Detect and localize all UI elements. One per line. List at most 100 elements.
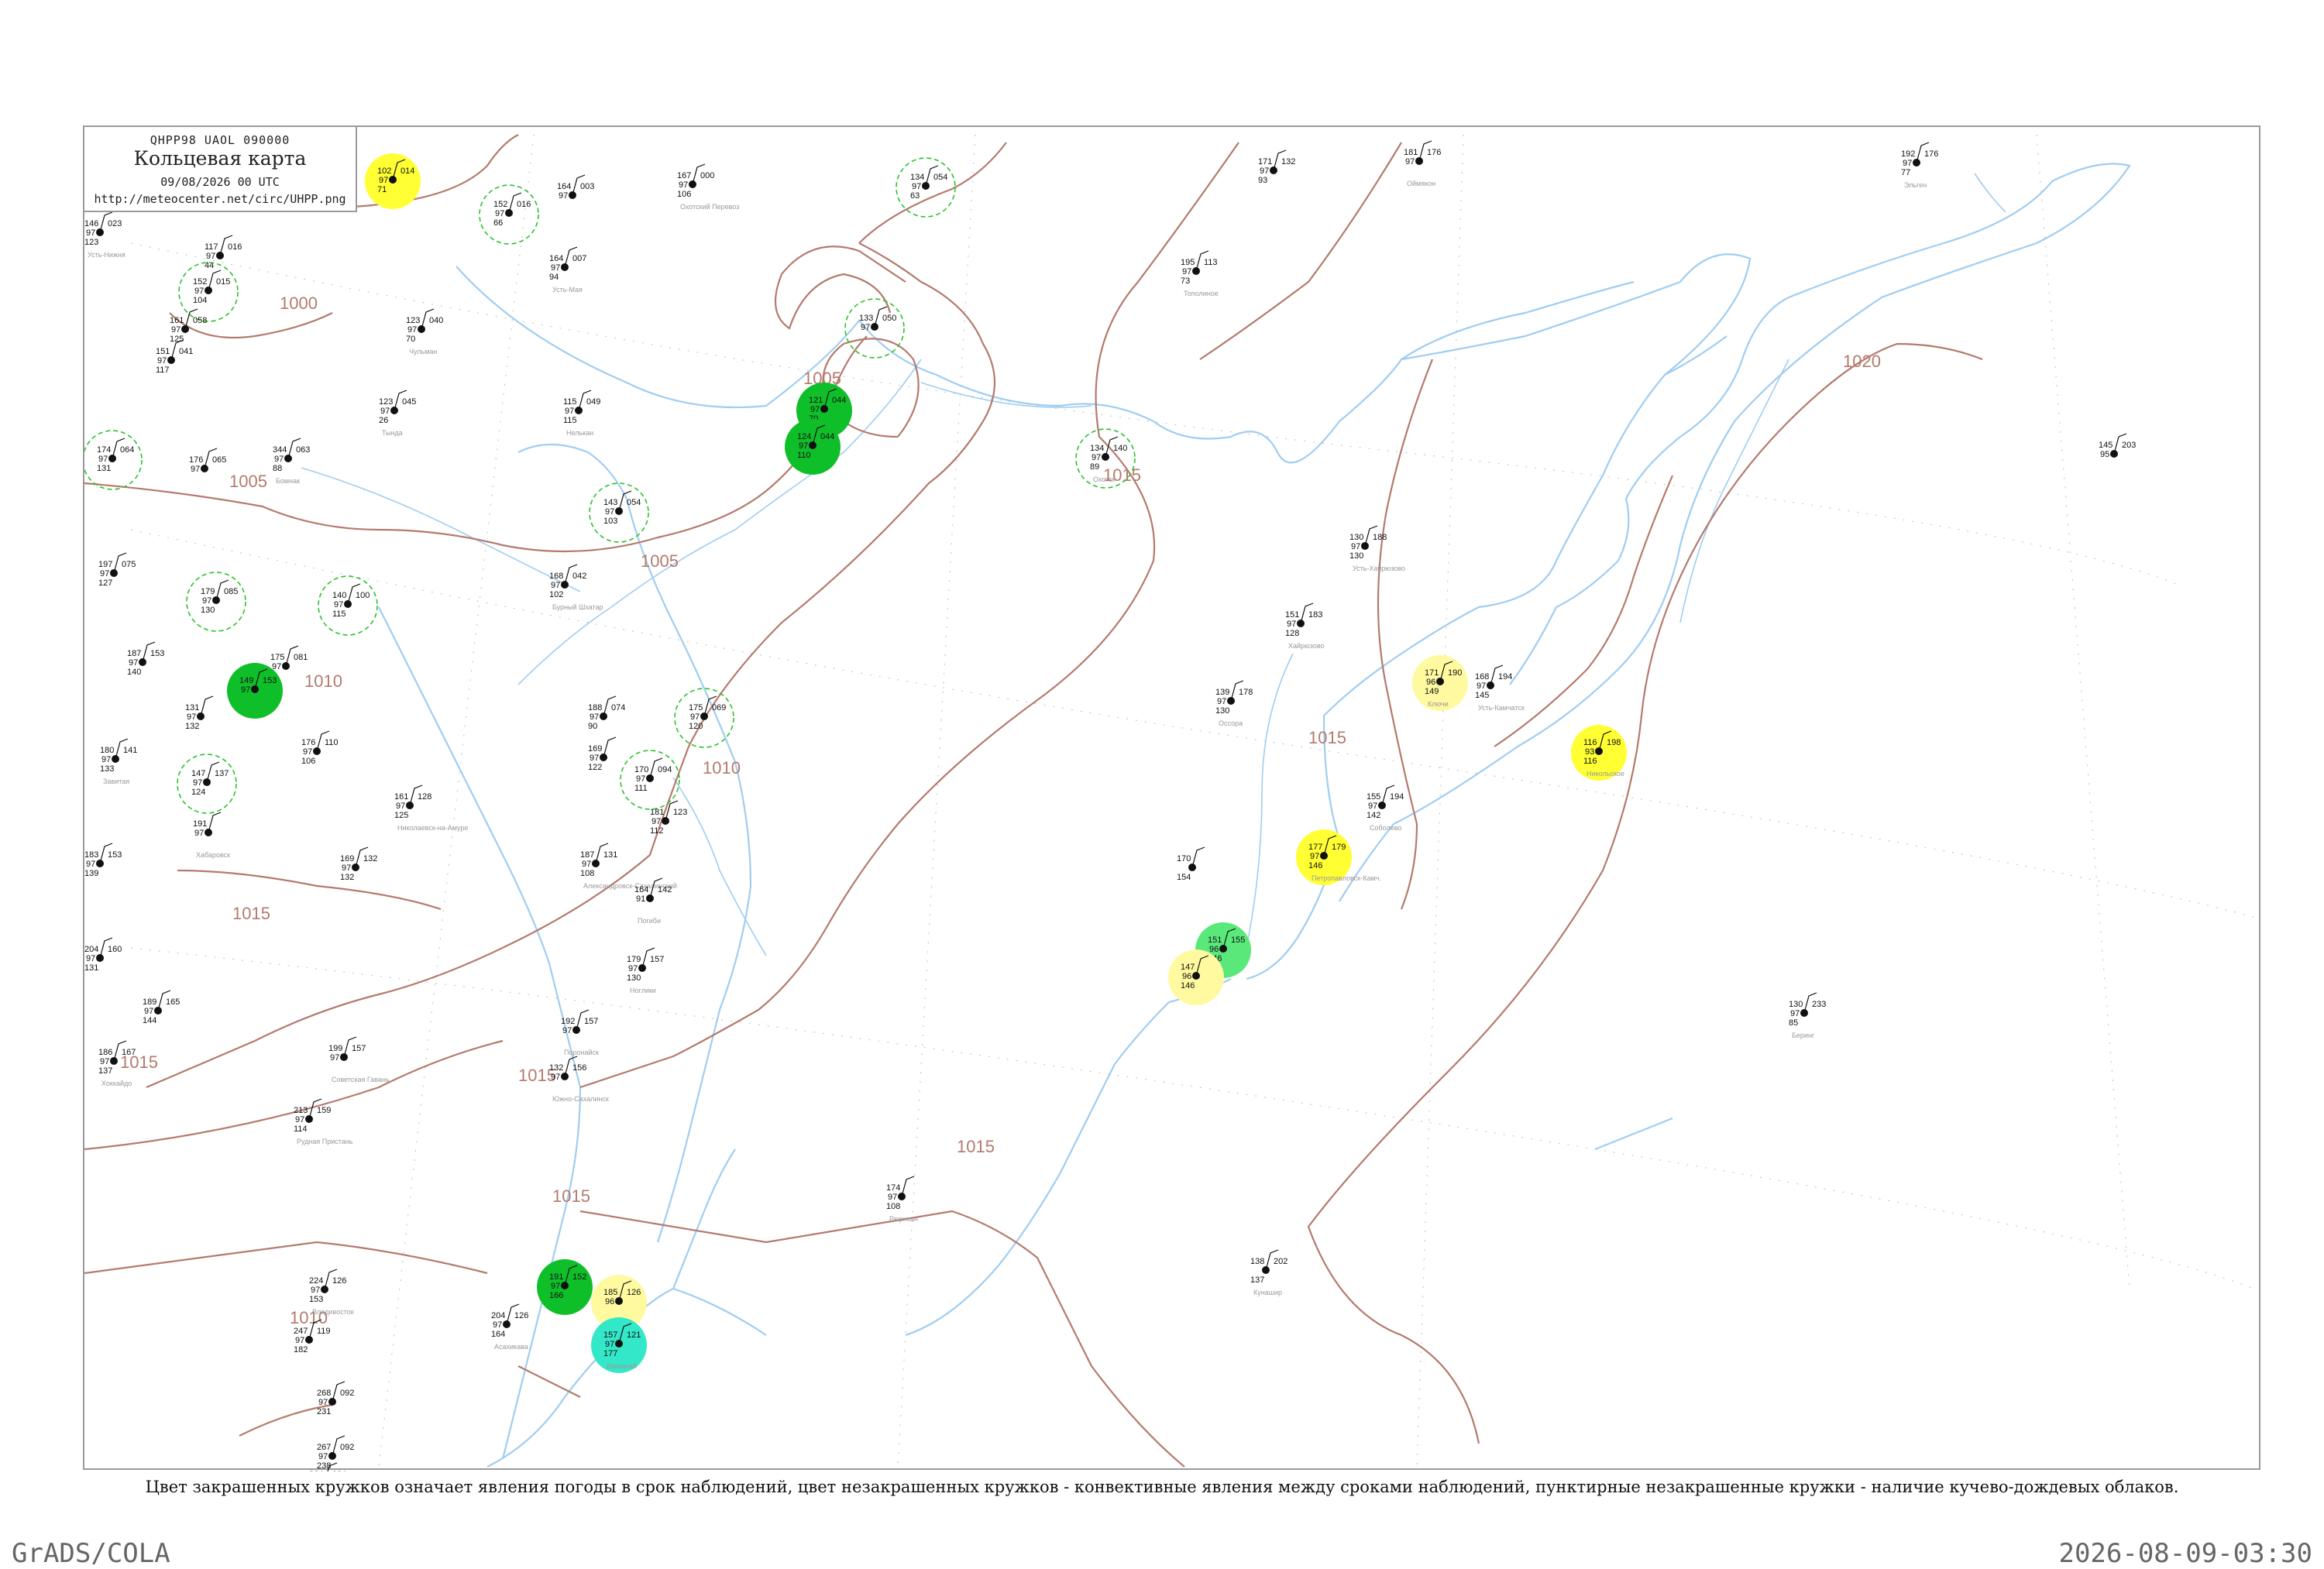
temperature-value: 169 [340,854,354,863]
station-plot[interactable]: 170 094 97111 [620,750,680,810]
station-plot[interactable]: 188 074 9790 [588,695,625,731]
station-plot[interactable]: 179 157 97130 Ноглики [627,947,664,994]
pressure-value: 003 [580,182,594,191]
station-plot[interactable]: 183 153 97139 [84,843,122,878]
station-plot[interactable]: 180 141 97133 Завитая [100,738,137,785]
station-plot[interactable]: 164 007 9794 Усть-Мая [549,246,586,294]
station-plot[interactable]: 169 13297132 [340,846,377,882]
station-plot[interactable]: 116 198 93116 Никольское [1571,725,1627,781]
visibility-value: 97 [912,182,921,191]
station-plot[interactable]: 139 178 97130 Оссора [1215,680,1253,727]
pressure-value: 069 [712,703,726,712]
station-plot[interactable]: 138 202 137 Кунашир [1250,1249,1287,1296]
station-name: Охотск [1093,476,1116,483]
station-plot[interactable]: 130 233 9785 Беринг [1789,992,1826,1039]
temperature-value: 164 [557,182,571,191]
isobar-label: 1015 [232,904,270,923]
station-plot[interactable]: 191 152 97166 [537,1259,593,1315]
station-plot[interactable]: 133 050 97 [844,298,905,359]
station-plot[interactable]: 115 049 97115 Нелькан [563,390,600,437]
station-plot[interactable]: 13197132 [185,695,214,731]
station-plot[interactable]: 143 054 97103 [589,482,649,543]
visibility-value: 97 [1287,620,1296,629]
station-plot[interactable]: 123 040 9770 Чульман [406,308,443,355]
station-plot[interactable]: 17497108 Рюрикан [886,1176,918,1223]
station-plot[interactable]: 168 042 97102 Бурный Шхатар [549,564,603,611]
visibility-value: 97 [1477,682,1486,691]
station-plot[interactable]: 195 113 9773 Тополиное [1181,250,1219,297]
station-plot[interactable]: 179 085 97130 [186,572,246,632]
station-plot[interactable]: 268 092 97231 [317,1381,354,1416]
station-plot[interactable]: 149 153 97 [227,663,283,719]
station-name: Бурный Шхатар [552,603,603,611]
station-plot[interactable]: 204 160 97131 [84,937,122,973]
station-plot[interactable]: 155 194 97142 Соболево [1367,784,1404,832]
station-plot[interactable]: 174 064 97131 [84,430,143,490]
station-plot[interactable]: 130 188 97130 Усть-Хайрюзово [1349,525,1405,572]
station-plot[interactable]: 123 045 9726 Тында [379,390,416,437]
dewpoint-value: 103 [603,517,617,526]
station-plot[interactable]: 124 044 97110 [785,419,841,475]
station-plot[interactable]: 197 075 97127 [98,552,136,588]
station-plot[interactable]: 146 023 97123 Усть-Нижня [84,211,125,259]
station-plot[interactable]: 192 176 9777 Эльген [1901,142,1938,189]
station-name: Ноглики [630,987,656,994]
station-plot[interactable]: 199 157 97 Советская Гавань [328,1036,390,1083]
station-plot[interactable]: 16997122 [588,736,617,772]
station-plot[interactable]: 161 128 97125 Николаевск-на-Амуре [394,784,468,832]
station-plot[interactable]: 152 015 97104 [178,262,239,322]
station-plot[interactable]: 167 000 97106 Охотский Перевоз [677,163,739,211]
station-plot[interactable]: 147 137 97124 [177,754,237,814]
isobar-label: 1015 [1308,728,1346,747]
station-plot[interactable]: 19197 Хабаровск [193,812,230,859]
station-plot[interactable]: 187 153 97140 [127,641,164,677]
station-plot[interactable]: 157 121 97177 Вакканай [591,1317,647,1373]
station-plot[interactable]: 213 159 97114 Рудная Пристань [294,1098,353,1145]
station-plot[interactable]: 151 041 97117 [156,339,193,375]
dewpoint-value: 130 [201,606,215,615]
visibility-value: 97 [86,228,95,238]
station-plot[interactable]: 171 132 9793 [1258,149,1295,185]
station-plot[interactable]: 152 016 9766 [479,184,539,245]
station-plot[interactable]: 189 165 97144 [143,990,180,1025]
station-plot[interactable]: 134 054 9763 [896,157,956,218]
station-plot[interactable]: 168 194 97145 Усть-Камчатск [1475,664,1525,712]
dewpoint-value: 111 [634,784,648,793]
station-plot[interactable]: 170 154 [1177,846,1205,882]
station-plot[interactable]: 140 100 97115 [318,575,378,636]
station-plot[interactable]: 164 003 97 [557,174,594,201]
station-plot[interactable]: 175 08197 [270,645,308,671]
pressure-value: 050 [882,314,896,323]
pressure-value: 203 [2122,441,2136,450]
station-plot[interactable]: 204 126 97164 Асахикава [491,1303,528,1351]
station-plot[interactable]: 14796146 [1168,949,1224,1005]
source-url[interactable]: http://meteocenter.net/circ/UHPP.png [84,192,356,206]
station-plot[interactable]: 187 13197108Александровск-Сахалинский [580,843,677,890]
temperature-value: 204 [84,945,98,954]
dewpoint-value: 124 [191,788,205,797]
station-plot[interactable]: 181 123 97112 [650,800,687,836]
station-plot[interactable]: 145 203 95 [2099,433,2136,459]
station-plot[interactable]: 192 157 97 Поронайск [561,1009,599,1056]
visibility-value: 97 [690,712,700,722]
station-plot[interactable]: 102 014 9771 [365,153,421,209]
isobar-label: 1000 [280,294,318,313]
dewpoint-value: 88 [273,464,282,473]
pressure-value: 202 [1274,1257,1287,1266]
station-plot[interactable]: 164 142 91 Погиби [634,877,672,925]
station-plot[interactable]: 171 190 96149 Ключи [1412,655,1468,711]
station-plot[interactable]: 176 110 97106 [301,730,339,766]
visibility-value: 97 [551,263,560,273]
dewpoint-value: 149 [1425,687,1439,696]
station-plot[interactable]: 267 09297238 [317,1435,354,1471]
visibility-value: 97 [1092,453,1101,462]
station-plot[interactable]: 344 063 9788 Бомнак [273,438,310,485]
station-plot[interactable]: 117 0169744 [205,235,242,270]
station-plot[interactable]: 224 126 97153 Владивосток [309,1269,354,1316]
station-plot[interactable]: 151 183 97128 Хайрюзово [1285,603,1325,650]
map-canvas[interactable]: 1000 1005 1005 1005 1010 1010 1010 1015 … [84,127,2262,1471]
dewpoint-value: 106 [677,190,691,199]
visibility-value: 97 [551,1282,560,1291]
station-plot[interactable]: 176 065 97 [189,448,226,474]
station-plot[interactable]: 181 176 97 Оймякон [1404,140,1441,187]
